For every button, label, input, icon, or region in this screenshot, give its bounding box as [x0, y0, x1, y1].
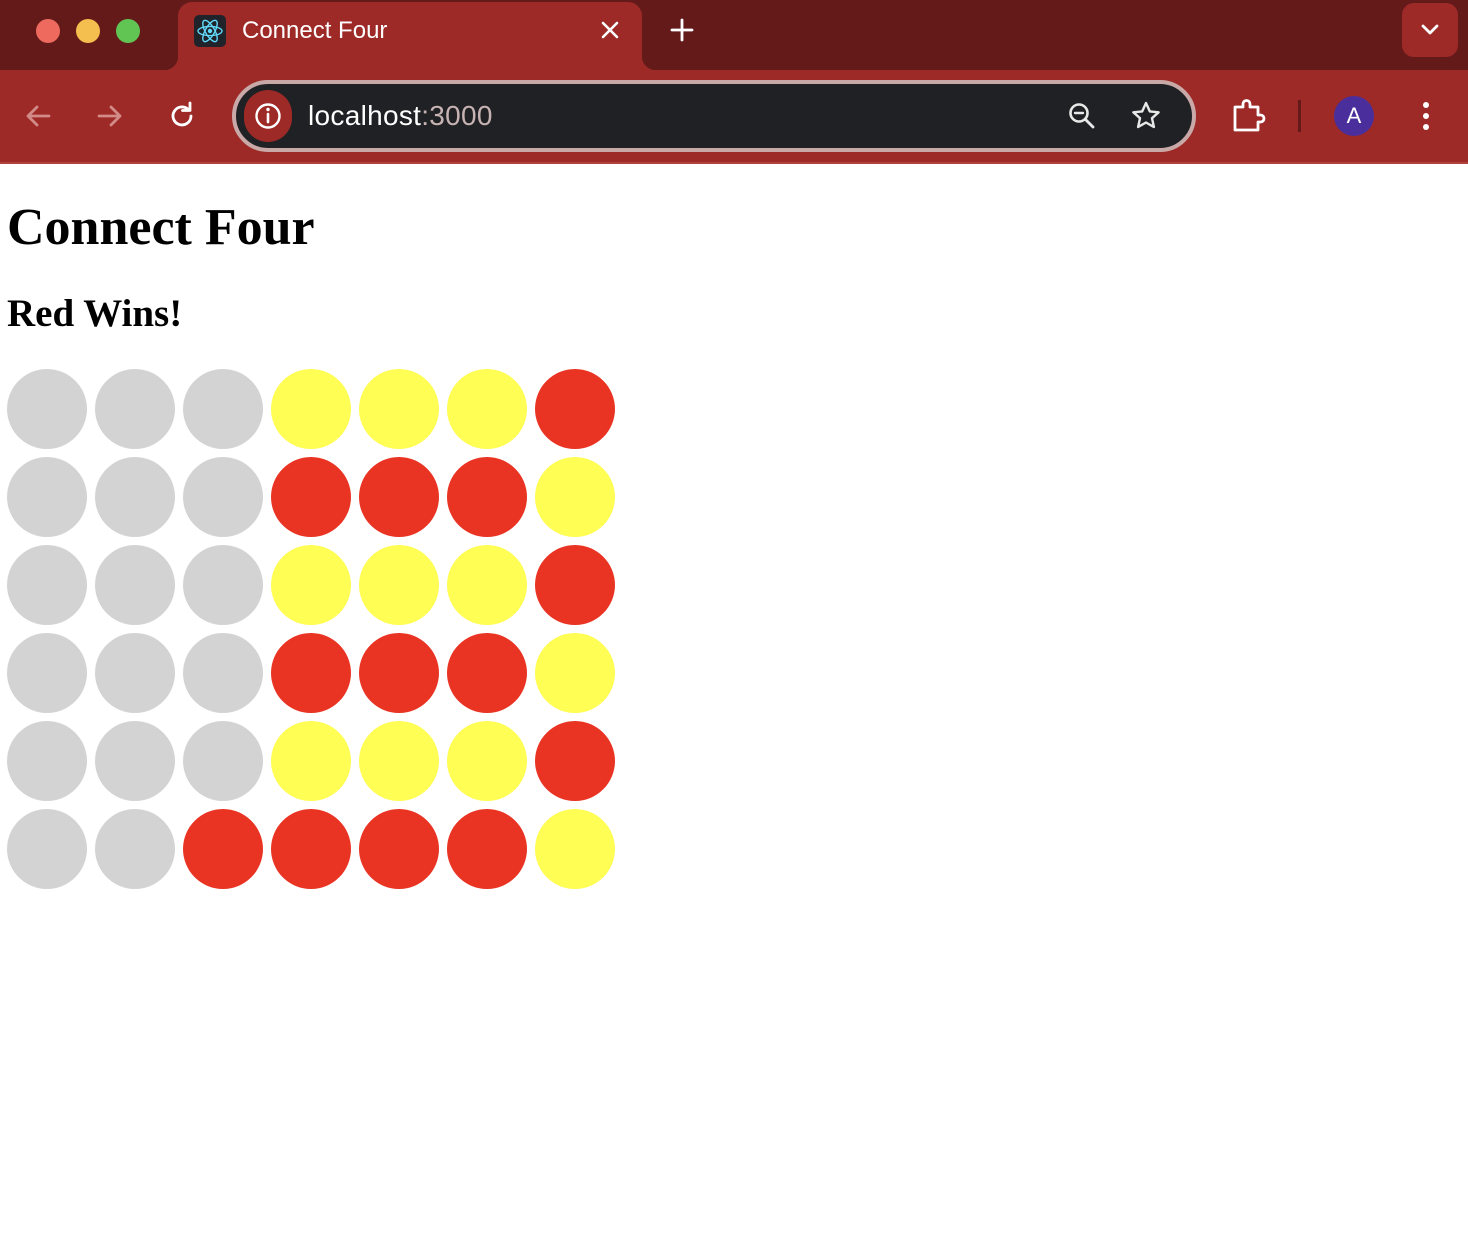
game-board	[7, 369, 615, 889]
board-cell-yellow[interactable]	[271, 721, 351, 801]
board-cell-red[interactable]	[359, 809, 439, 889]
board-cell-empty[interactable]	[95, 633, 175, 713]
board-cell-empty[interactable]	[7, 633, 87, 713]
board-cell-empty[interactable]	[7, 457, 87, 537]
board-cell-yellow[interactable]	[447, 369, 527, 449]
board-cell-empty[interactable]	[7, 369, 87, 449]
board-cell-yellow[interactable]	[359, 545, 439, 625]
active-tab[interactable]: Connect Four	[164, 2, 656, 70]
board-cell-empty[interactable]	[95, 721, 175, 801]
reload-icon[interactable]	[164, 98, 200, 134]
url-host: localhost	[308, 100, 422, 131]
board-cell-yellow[interactable]	[271, 545, 351, 625]
board-cell-empty[interactable]	[95, 457, 175, 537]
board-cell-red[interactable]	[447, 809, 527, 889]
board-cell-yellow[interactable]	[271, 369, 351, 449]
close-window-button[interactable]	[36, 19, 60, 43]
board-cell-empty[interactable]	[95, 545, 175, 625]
page-title: Connect Four	[7, 199, 315, 256]
maximize-window-button[interactable]	[116, 19, 140, 43]
tab-title: Connect Four	[242, 17, 388, 44]
board-cell-empty[interactable]	[7, 809, 87, 889]
board-cell-empty[interactable]	[183, 721, 263, 801]
board-cell-red[interactable]	[271, 457, 351, 537]
board-cell-yellow[interactable]	[447, 721, 527, 801]
site-info-icon[interactable]	[244, 90, 292, 142]
tab-search-button[interactable]	[1402, 3, 1458, 57]
board-cell-red[interactable]	[535, 721, 615, 801]
board-cell-empty[interactable]	[7, 545, 87, 625]
tab-strip: Connect Four	[0, 0, 1468, 70]
board-cell-red[interactable]	[447, 633, 527, 713]
board-cell-empty[interactable]	[183, 457, 263, 537]
board-cell-empty[interactable]	[183, 369, 263, 449]
forward-arrow-icon[interactable]	[92, 98, 128, 134]
board-cell-red[interactable]	[359, 457, 439, 537]
board-cell-empty[interactable]	[183, 633, 263, 713]
board-cell-red[interactable]	[535, 369, 615, 449]
zoom-out-icon[interactable]	[1064, 98, 1100, 134]
board-cell-red[interactable]	[183, 809, 263, 889]
new-tab-icon[interactable]	[666, 14, 698, 46]
close-tab-icon[interactable]	[596, 16, 624, 44]
board-cell-red[interactable]	[359, 633, 439, 713]
page-content: Connect Four Red Wins!	[0, 164, 1468, 1246]
minimize-window-button[interactable]	[76, 19, 100, 43]
board-cell-yellow[interactable]	[535, 457, 615, 537]
bookmark-star-icon[interactable]	[1128, 98, 1164, 134]
url-port: :3000	[421, 100, 493, 131]
toolbar-divider	[1298, 100, 1301, 132]
board-cell-red[interactable]	[271, 633, 351, 713]
board-cell-empty[interactable]	[95, 369, 175, 449]
board-cell-empty[interactable]	[95, 809, 175, 889]
address-bar[interactable]: localhost:3000	[232, 80, 1196, 152]
board-cell-yellow[interactable]	[359, 369, 439, 449]
board-cell-empty[interactable]	[183, 545, 263, 625]
board-cell-red[interactable]	[535, 545, 615, 625]
board-cell-empty[interactable]	[7, 721, 87, 801]
board-cell-yellow[interactable]	[535, 809, 615, 889]
more-menu-icon[interactable]	[1408, 96, 1444, 136]
board-cell-yellow[interactable]	[535, 633, 615, 713]
board-cell-red[interactable]	[447, 457, 527, 537]
game-status: Red Wins!	[7, 292, 183, 335]
back-arrow-icon[interactable]	[20, 98, 56, 134]
board-cell-yellow[interactable]	[359, 721, 439, 801]
browser-toolbar: localhost:3000 A	[0, 70, 1468, 162]
extensions-puzzle-icon[interactable]	[1228, 96, 1268, 136]
url-text[interactable]: localhost:3000	[308, 100, 493, 132]
react-logo-icon	[194, 15, 226, 47]
board-cell-red[interactable]	[271, 809, 351, 889]
profile-avatar[interactable]: A	[1334, 96, 1374, 136]
board-cell-yellow[interactable]	[447, 545, 527, 625]
